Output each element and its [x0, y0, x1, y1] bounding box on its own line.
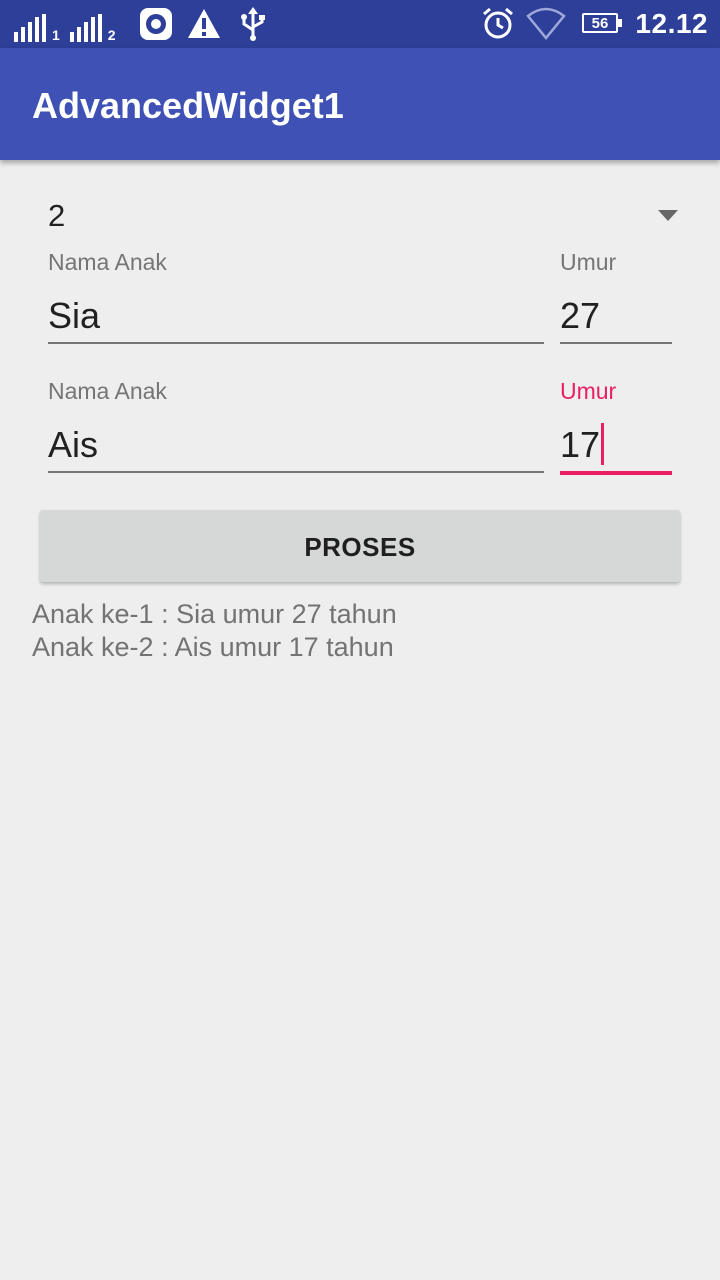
proses-button[interactable]: PROSES [40, 510, 680, 582]
child-name-value: Sia [48, 295, 101, 336]
result-line: Anak ke-1 : Sia umur 27 tahun [32, 599, 397, 629]
input-underline [560, 342, 672, 344]
result-line: Anak ke-2 : Ais umur 17 tahun [32, 632, 394, 662]
child-name-value: Ais [48, 424, 99, 465]
child-name-field[interactable]: Nama Anak Sia [48, 248, 544, 346]
child-name-label: Nama Anak [48, 378, 167, 404]
child-age-value: 17 [560, 424, 601, 465]
sync-icon [138, 6, 174, 47]
child-age-field-focused[interactable]: Umur 17 [560, 377, 672, 475]
dropdown-arrow-icon [658, 210, 678, 221]
usb-icon [238, 6, 268, 47]
spinner-value: 2 [48, 198, 66, 233]
status-time: 12.12 [635, 8, 708, 39]
status-bar: 1 2 56 12.12 [0, 0, 720, 48]
signal-icon [69, 14, 102, 42]
warning-icon [186, 6, 222, 47]
child-age-value: 27 [560, 295, 601, 336]
app-title: AdvancedWidget1 [32, 85, 344, 126]
input-underline-focused [560, 471, 672, 475]
child-count-spinner[interactable]: 2 [48, 196, 684, 240]
signal-icon [14, 14, 46, 42]
status-left-group: 1 2 [14, 8, 126, 42]
sim2-label: 2 [107, 27, 116, 43]
input-underline [48, 342, 544, 344]
child-name-field[interactable]: Nama Anak Ais [48, 377, 544, 475]
input-underline [48, 471, 544, 473]
text-cursor [601, 423, 605, 465]
child-name-label: Nama Anak [48, 249, 167, 275]
child-age-field[interactable]: Umur 27 [560, 248, 672, 346]
child-age-label: Umur [560, 249, 617, 275]
sim1-label: 1 [52, 27, 60, 43]
battery-icon: 56 [582, 13, 622, 33]
result-text: Anak ke-1 : Sia umur 27 tahun Anak ke-2 … [32, 598, 397, 664]
alarm-icon [480, 6, 516, 47]
child-age-input: 17 [560, 423, 605, 467]
wifi-icon [526, 6, 566, 47]
child-age-label: Umur [560, 378, 617, 404]
app-bar: AdvancedWidget1 [0, 48, 720, 160]
